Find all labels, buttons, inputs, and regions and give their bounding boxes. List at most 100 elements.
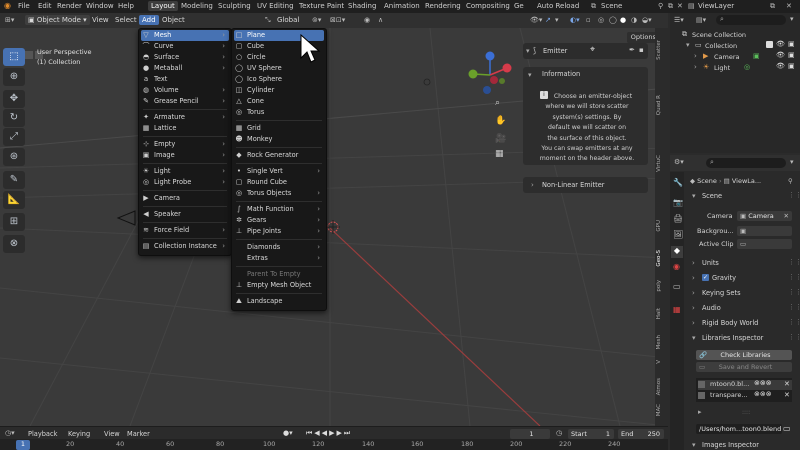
auto-reload-button[interactable]: Auto Reload [537, 2, 579, 10]
camera-render-icon[interactable]: ▣ [788, 51, 795, 59]
add-menu-volume[interactable]: ◍ Volume › [141, 85, 229, 96]
marker-menu[interactable]: Marker [127, 430, 150, 438]
tool-move[interactable]: ✥ [3, 90, 25, 108]
current-frame-field[interactable]: 1 [510, 429, 550, 439]
visibility-icon[interactable]: 👁▾ [530, 16, 542, 24]
menu-select[interactable]: Select [115, 16, 137, 24]
options-dropdown-icon[interactable]: ▾ [790, 158, 794, 166]
copy-icon[interactable]: ⧉ [668, 2, 673, 11]
add-menu-camera[interactable]: ▶ Camera [141, 193, 229, 204]
mesh-empty-mesh-object[interactable]: ⊥ Empty Mesh Object [234, 280, 324, 291]
copy-icon[interactable]: ⧉ [770, 2, 775, 11]
collection-tab-icon[interactable]: ▭ [673, 282, 681, 291]
section-scene-header[interactable]: ▾ Scene ⋮⋮ [686, 191, 800, 202]
mesh-landscape[interactable]: ⛰ Landscape [234, 296, 324, 307]
editor-type-icon[interactable]: ⊞▾ [5, 16, 14, 24]
sidebar-tab-virtucamera[interactable]: VirtuC [656, 155, 668, 172]
menu-view[interactable]: View [92, 16, 109, 24]
end-frame-field[interactable]: End 250 [618, 429, 664, 439]
playhead[interactable]: 1 [16, 440, 30, 450]
add-menu-light-probe[interactable]: ◎ Light Probe › [141, 177, 229, 188]
settings-icon[interactable]: ▪ [639, 46, 644, 54]
tab-geometry[interactable]: Ge [514, 2, 524, 10]
wireframe-icon[interactable]: ◯ [609, 16, 617, 24]
camera-render-icon[interactable]: ▣ [788, 62, 795, 70]
active-clip-field[interactable]: ▭ [737, 239, 792, 249]
filter-icon[interactable]: ▾ [790, 15, 794, 23]
pivot-icon[interactable]: ⊚▾ [312, 16, 321, 24]
mesh-rock-generator[interactable]: ◆ Rock Generator [234, 150, 324, 161]
checkbox-icon[interactable] [698, 381, 705, 388]
add-menu-image[interactable]: ▣ Image › [141, 150, 229, 161]
overlay-icon[interactable]: ◐▾ [570, 16, 580, 24]
add-menu-text[interactable]: a Text [141, 74, 229, 85]
close-icon[interactable]: ✕ [784, 391, 790, 399]
camera-field[interactable]: ▣ Camera ✕ [737, 211, 792, 221]
drag-handle-icon[interactable]: ⋮⋮ [788, 191, 800, 199]
tab-uv-editing[interactable]: UV Editing [257, 2, 294, 10]
view-menu[interactable]: View [104, 430, 120, 438]
library-row[interactable]: transpare... ⊗⊗⊗ ✕ [698, 390, 792, 401]
outliner-row[interactable]: › ☀ Light ◎ 👁 ▣ [672, 62, 799, 74]
mesh-round-cube[interactable]: ▢ Round Cube [234, 177, 324, 188]
mesh-cylinder[interactable]: ◫ Cylinder [234, 85, 324, 96]
eye-icon[interactable]: 👁 [776, 40, 785, 48]
folder-icon[interactable]: ▭ [783, 424, 791, 433]
clock-icon[interactable]: ◷ [556, 429, 562, 437]
tool-scatter[interactable]: ⊗ [3, 235, 25, 253]
menu-window[interactable]: Window [86, 2, 114, 10]
drag-handle-icon[interactable]: ⋮⋮ [788, 303, 800, 311]
eye-icon[interactable]: 👁 [776, 62, 785, 70]
section-units-header[interactable]: › Units ⋮⋮ [686, 258, 800, 269]
add-menu-lattice[interactable]: ▦ Lattice [141, 123, 229, 134]
collapse-icon[interactable]: ▾ [528, 71, 532, 79]
tab-rendering[interactable]: Rendering [425, 2, 461, 10]
mesh-extras[interactable]: Extras › [234, 253, 324, 264]
orientation-selector[interactable]: Global [277, 16, 299, 24]
scene-tab-icon[interactable]: ◆ [671, 246, 683, 258]
add-menu-empty[interactable]: ⊹ Empty › [141, 139, 229, 150]
record-icon[interactable]: ●▾ [283, 429, 293, 437]
sidebar-tab-halt[interactable]: Halt [656, 308, 668, 319]
drag-handle-icon[interactable]: ⋮⋮ [788, 258, 800, 266]
tool-add-cube[interactable]: ⊞ [3, 213, 25, 231]
mesh-single-vert[interactable]: • Single Vert › [234, 166, 324, 177]
drag-handle-icon[interactable]: ⋮⋮ [788, 273, 800, 281]
tab-animation[interactable]: Animation [384, 2, 420, 10]
display-mode-icon[interactable]: ▤▾ [696, 16, 706, 24]
save-revert-button[interactable]: ▭ Save and Revert [696, 362, 792, 372]
link-icons[interactable]: ⊗⊗⊗ [754, 390, 772, 398]
tool-tab-icon[interactable]: 🔧 [673, 178, 683, 187]
add-menu-light[interactable]: ☀ Light › [141, 166, 229, 177]
section-keying-sets-header[interactable]: › Keying Sets ⋮⋮ [686, 288, 800, 299]
solid-shading-icon[interactable]: ● [620, 16, 626, 24]
material-shading-icon[interactable]: ◑ [631, 16, 637, 24]
3d-viewport[interactable]: User Perspective (1) Collection ⬚ ⊕ ✥ ↻ … [0, 28, 668, 426]
sidebar-tab-atmos[interactable]: Atmos [656, 378, 668, 395]
mesh-monkey[interactable]: ☻ Monkey [234, 134, 324, 145]
sidebar-tab-mesh[interactable]: Mesh [656, 335, 668, 349]
tab-texture-paint[interactable]: Texture Paint [299, 2, 344, 10]
eye-icon[interactable]: 👁 [776, 51, 785, 59]
section-gravity-header[interactable]: › ✓ Gravity ⋮⋮ [686, 273, 800, 284]
menu-add[interactable]: Add [139, 15, 159, 25]
render-tab-icon[interactable]: 📷 [673, 198, 683, 207]
checkbox-icon[interactable] [766, 41, 773, 48]
tab-layout[interactable]: Layout [148, 1, 178, 11]
xray-icon[interactable]: ▫ [586, 16, 591, 24]
mesh-grid[interactable]: ▦ Grid [234, 123, 324, 134]
tool-select-box[interactable]: ⬚ [3, 48, 25, 66]
menu-edit[interactable]: Edit [38, 2, 52, 10]
sidebar-tab-scatter[interactable]: Scatter [656, 40, 668, 60]
tool-measure[interactable]: 📐 [3, 191, 25, 209]
blender-logo-icon[interactable]: ◉ [4, 1, 11, 10]
section-audio-header[interactable]: › Audio ⋮⋮ [686, 303, 800, 314]
tab-sculpting[interactable]: Sculpting [218, 2, 251, 10]
section-images-inspector-header[interactable]: ▾ Images Inspector [686, 441, 798, 450]
pin-icon[interactable]: ⚲ [658, 2, 663, 10]
perspective-toggle-icon[interactable]: ▦ [495, 149, 509, 163]
drag-handle-icon[interactable]: ⋮⋮ [788, 318, 800, 326]
properties-editor-icon[interactable]: ⚙▾ [674, 158, 684, 166]
editor-type-icon[interactable]: ◷▾ [5, 429, 15, 437]
checkbox-icon[interactable] [698, 392, 705, 399]
